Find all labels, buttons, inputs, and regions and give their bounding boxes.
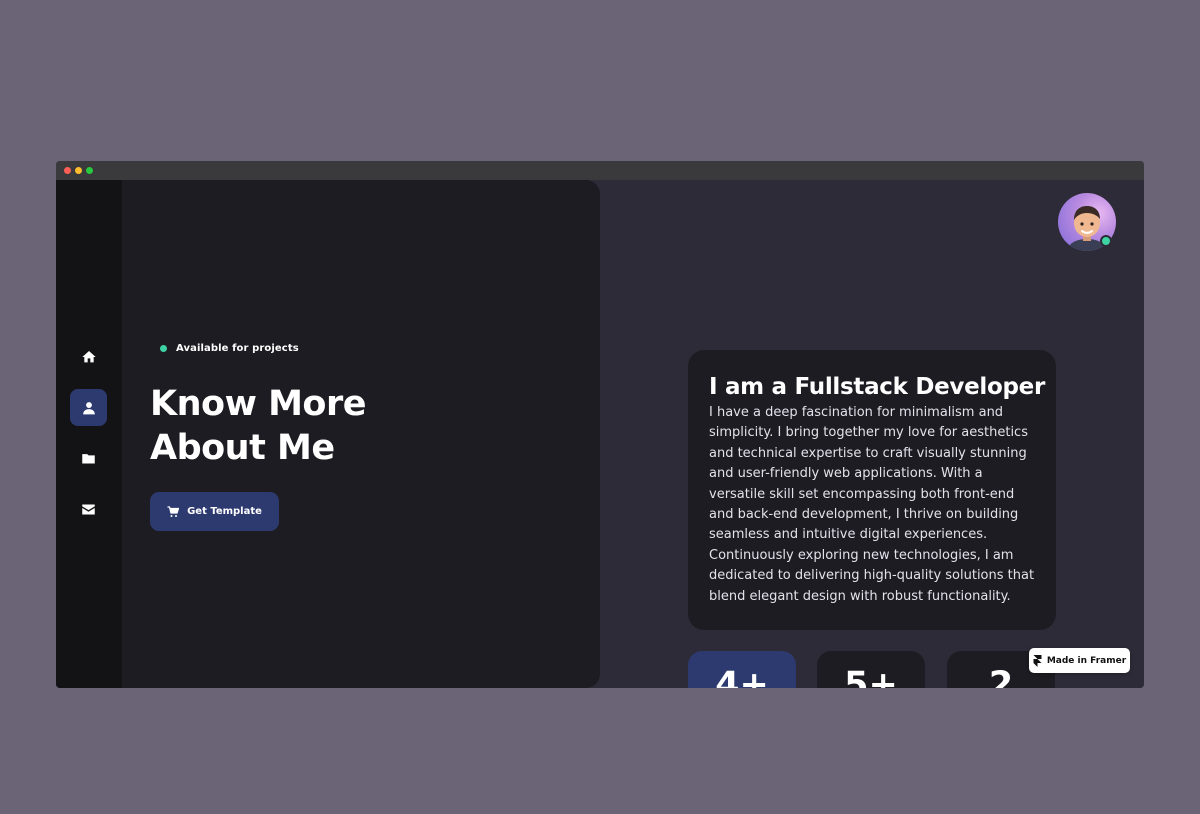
get-template-button[interactable]: Get Template (150, 492, 279, 531)
framer-icon (1033, 654, 1042, 667)
home-icon (81, 350, 96, 362)
about-card: I am a Fullstack Developer I have a deep… (688, 350, 1056, 630)
close-window-button[interactable] (64, 167, 71, 174)
minimize-window-button[interactable] (75, 167, 82, 174)
window-titlebar (56, 161, 1144, 180)
browser-window: Available for projects Know More About M… (56, 161, 1144, 688)
sidebar-item-contact[interactable] (70, 491, 107, 528)
user-icon (82, 401, 95, 414)
mail-icon (82, 504, 95, 515)
status-text: Available for projects (176, 343, 299, 354)
page-content: Available for projects Know More About M… (56, 180, 1144, 688)
sidebar-item-home[interactable] (70, 338, 107, 375)
availability-status: Available for projects (160, 343, 299, 354)
about-body: I have a deep fascination for minimalism… (709, 405, 1035, 604)
cart-icon (167, 505, 180, 517)
sidebar-item-projects[interactable] (70, 440, 107, 477)
status-dot (160, 345, 167, 352)
get-template-label: Get Template (187, 506, 262, 517)
sidebar-item-about[interactable] (70, 389, 107, 426)
page-title: Know More About Me (150, 382, 480, 470)
about-title: I am a Fullstack Developer (709, 374, 1046, 400)
title-line-2: About Me (150, 428, 335, 468)
online-indicator (1100, 235, 1112, 247)
title-line-1: Know More (150, 384, 366, 424)
hero-panel: Available for projects Know More About M… (122, 180, 600, 688)
framer-badge-label: Made in Framer (1046, 655, 1127, 666)
stat-card-1: 4+ (688, 651, 796, 688)
made-in-framer-badge[interactable]: Made in Framer (1029, 648, 1130, 673)
maximize-window-button[interactable] (86, 167, 93, 174)
sidebar-nav (56, 180, 122, 688)
folder-icon (82, 454, 95, 464)
stat-card-2: 5+ (817, 651, 925, 688)
